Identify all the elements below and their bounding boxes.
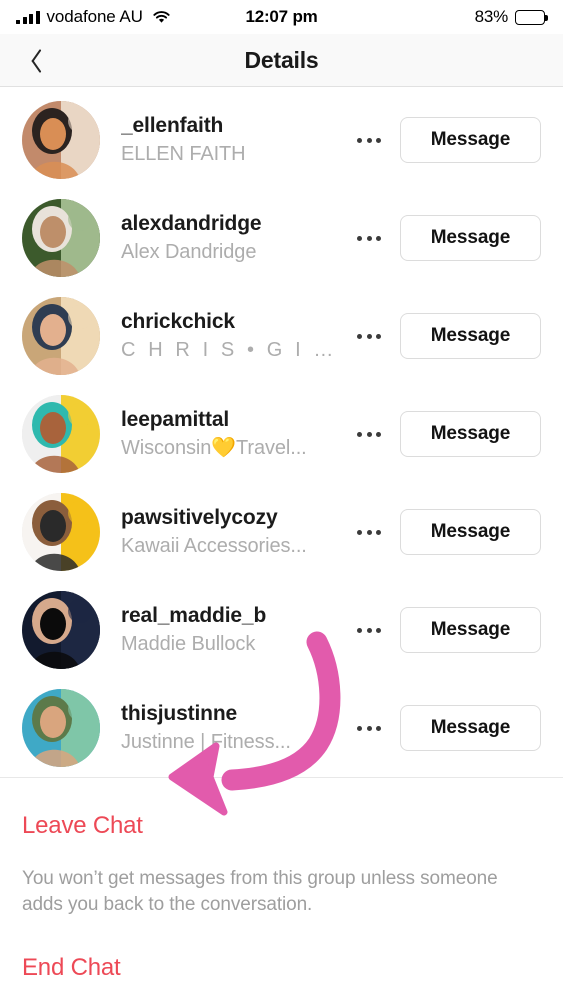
message-button[interactable]: Message: [400, 705, 541, 751]
member-fullname: Justinne | Fitness...: [121, 731, 291, 753]
more-options-icon[interactable]: [346, 215, 392, 261]
member-username: chrickchick: [121, 310, 235, 333]
status-bar: vodafone AU 12:07 pm 83%: [0, 0, 563, 34]
member-username: _ellenfaith: [121, 114, 224, 137]
more-options-icon[interactable]: [346, 411, 392, 457]
member-username: pawsitivelycozy: [121, 506, 278, 529]
more-options-icon[interactable]: [346, 117, 392, 163]
avatar-alexdandridge[interactable]: [22, 199, 100, 277]
message-button[interactable]: Message: [400, 215, 541, 261]
member-fullname: C H R I S • G I L L M...: [121, 339, 340, 361]
member-names: thisjustinne Justinne | Fitness...: [121, 701, 346, 755]
member-names: chrickchick C H R I S • G I L L M...: [121, 309, 346, 363]
member-list: _ellenfaith ELLEN FAITH Message alexdandrid…: [0, 87, 563, 777]
member-names: real_maddie_b Maddie Bullock: [121, 603, 346, 657]
leave-chat-section: Leave Chat You won’t get messages from t…: [0, 778, 563, 918]
leave-chat-button[interactable]: Leave Chat: [22, 778, 143, 840]
more-options-icon[interactable]: [346, 313, 392, 359]
member-names: _ellenfaith ELLEN FAITH: [121, 113, 346, 167]
member-row[interactable]: _ellenfaith ELLEN FAITH Message: [0, 91, 563, 189]
member-fullname: Wisconsin💛Travel...: [121, 437, 307, 459]
page-title: Details: [244, 46, 319, 73]
avatar-pawsitivelycozy[interactable]: [22, 493, 100, 571]
member-row[interactable]: leepamittal Wisconsin💛Travel... Message: [0, 385, 563, 483]
battery-icon: [515, 9, 548, 25]
end-chat-description: This would remove everyone, including yo…: [22, 982, 541, 1000]
battery-percent-label: 83%: [474, 7, 509, 26]
member-fullname: Kawaii Accessories...: [121, 535, 307, 557]
member-names: leepamittal Wisconsin💛Travel...: [121, 407, 346, 461]
avatar-leepamittal[interactable]: [22, 395, 100, 473]
member-fullname: ELLEN FAITH: [121, 143, 246, 165]
member-row[interactable]: real_maddie_b Maddie Bullock Message: [0, 581, 563, 679]
member-fullname: Alex Dandridge: [121, 241, 257, 263]
more-options-icon[interactable]: [346, 607, 392, 653]
member-names: alexdandridge Alex Dandridge: [121, 211, 346, 265]
member-row[interactable]: pawsitivelycozy Kawaii Accessories... Mess…: [0, 483, 563, 581]
member-row[interactable]: alexdandridge Alex Dandridge Message: [0, 189, 563, 287]
avatar-thisjustinne[interactable]: [22, 689, 100, 767]
nav-bar: Details: [0, 34, 563, 87]
message-button[interactable]: Message: [400, 607, 541, 653]
phone-screen: vodafone AU 12:07 pm 83% Details _ellenf…: [0, 0, 563, 1000]
member-row[interactable]: thisjustinne Justinne | Fitness... Message: [0, 679, 563, 777]
member-username: real_maddie_b: [121, 604, 267, 627]
message-button[interactable]: Message: [400, 117, 541, 163]
message-button[interactable]: Message: [400, 411, 541, 457]
avatar-chrickchick[interactable]: [22, 297, 100, 375]
more-options-icon[interactable]: [346, 705, 392, 751]
member-row[interactable]: chrickchick C H R I S • G I L L M... Messa…: [0, 287, 563, 385]
avatar-real-maddie-b[interactable]: [22, 591, 100, 669]
avatar-ellenfaith[interactable]: [22, 101, 100, 179]
end-chat-button[interactable]: End Chat: [22, 918, 121, 982]
member-username: thisjustinne: [121, 702, 238, 725]
member-username: alexdandridge: [121, 212, 262, 235]
end-chat-section: End Chat This would remove everyone, inc…: [0, 918, 563, 1000]
message-button[interactable]: Message: [400, 313, 541, 359]
member-names: pawsitivelycozy Kawaii Accessories...: [121, 505, 346, 559]
leave-chat-description: You won’t get messages from this group u…: [22, 868, 498, 915]
member-username: leepamittal: [121, 408, 230, 431]
message-button[interactable]: Message: [400, 509, 541, 555]
member-fullname: Maddie Bullock: [121, 633, 256, 655]
more-options-icon[interactable]: [346, 509, 392, 555]
status-bar-right: 83%: [474, 7, 548, 27]
